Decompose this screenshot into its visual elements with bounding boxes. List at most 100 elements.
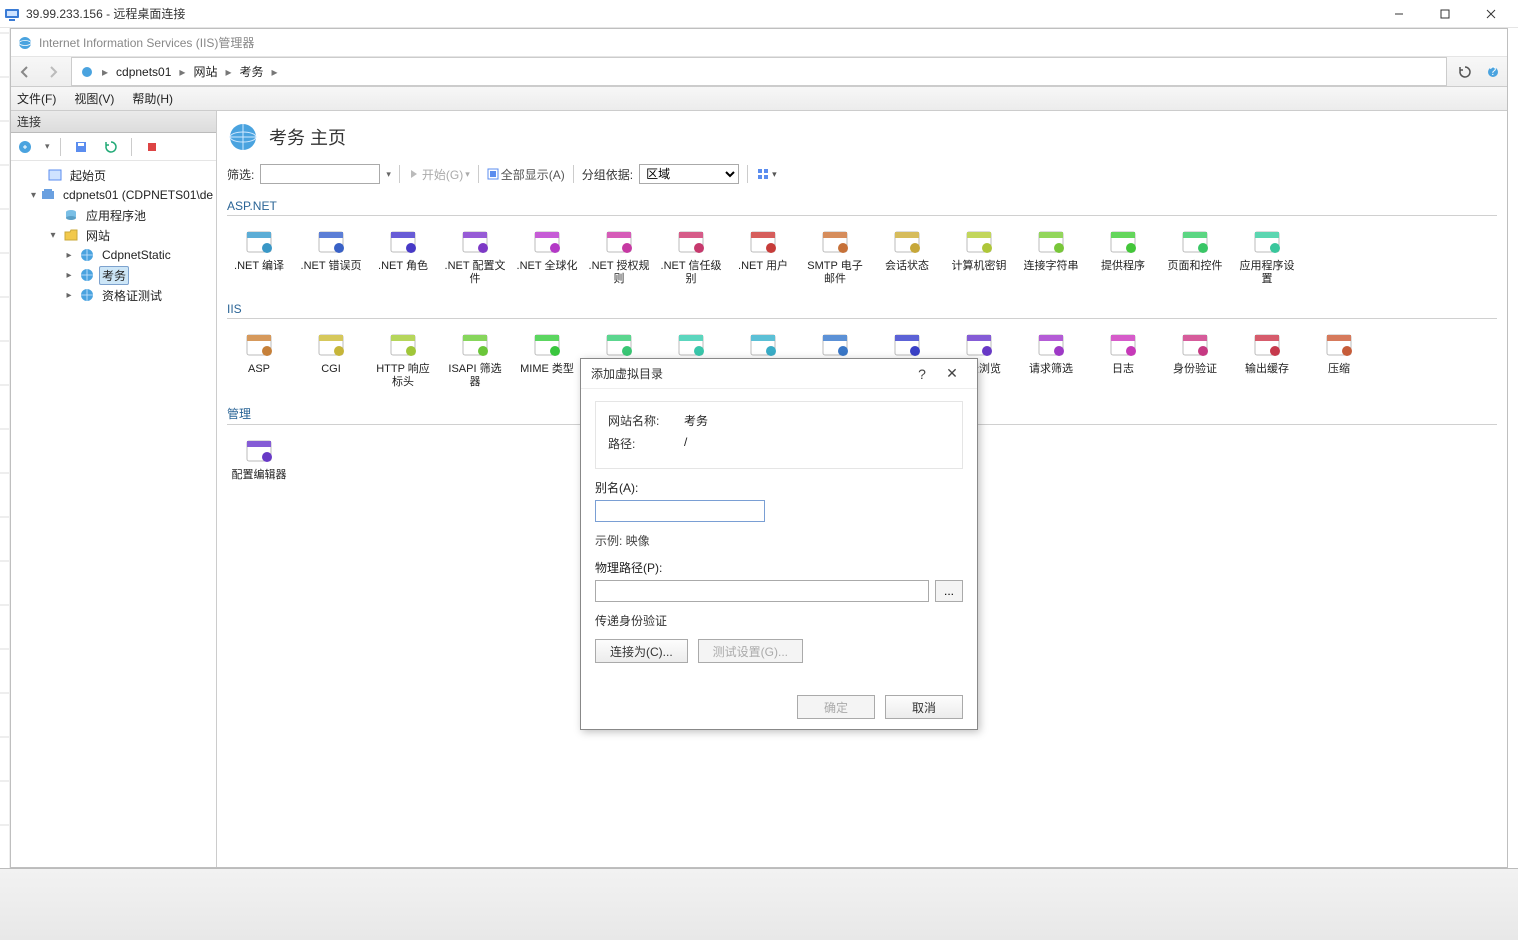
tree-node-icon [79,247,95,263]
feature-item[interactable]: 连接字符串 [1019,222,1083,290]
feature-item[interactable]: 应用程序设置 [1235,222,1299,290]
minimize-button[interactable] [1376,0,1422,28]
crumb-1[interactable]: 网站 [189,63,221,80]
tree-item[interactable]: ▸考务 [11,265,216,285]
tree-item[interactable]: 应用程序池 [11,205,216,225]
feature-label: .NET 全球化 [517,260,578,273]
feature-item[interactable]: .NET 全球化 [515,222,579,290]
feature-item[interactable]: 配置编辑器 [227,431,291,486]
dialog-titlebar[interactable]: 添加虚拟目录 ? ✕ [581,359,977,389]
feature-icon [243,329,275,361]
filter-go-button[interactable]: 开始(G) ▾ [408,166,470,183]
feature-item[interactable]: 计算机密钥 [947,222,1011,290]
feature-item[interactable]: 输出缓存 [1235,325,1299,393]
feature-icon [459,329,491,361]
feature-item[interactable]: 压缩 [1307,325,1371,393]
filter-dropdown-icon[interactable]: ▾ [386,169,391,180]
stop-button[interactable] [142,137,162,157]
view-mode-button[interactable]: ▾ [756,167,777,181]
dialog-help-button[interactable]: ? [907,359,937,389]
site-name-value: 考务 [684,412,708,429]
crumb-2[interactable]: 考务 [236,63,268,80]
feature-item[interactable]: ASP [227,325,291,393]
feature-label: 计算机密钥 [952,260,1007,273]
feature-label: HTTP 响应标头 [371,363,435,389]
tree-twisty-icon[interactable]: ▸ [63,290,75,301]
tree-node-label: cdpnets01 (CDPNETS01\de [60,187,216,203]
connections-tree[interactable]: 起始页 ▾ cdpnets01 (CDPNETS01\de 应用程序池 ▾ 网站▸Cdpn… [11,161,216,867]
close-button[interactable] [1468,0,1514,28]
groupby-select[interactable]: 区域 [639,164,739,184]
connect-as-button[interactable]: 连接为(C)... [595,639,688,663]
alias-label: 别名(A): [595,479,963,496]
feature-item[interactable]: .NET 角色 [371,222,435,290]
feature-icon [1251,329,1283,361]
address-refresh-button[interactable] [1451,60,1479,84]
path-value: / [684,435,687,452]
tree-twisty-icon[interactable]: ▸ [63,250,75,261]
iis-icon [17,35,33,51]
feature-item[interactable]: HTTP 响应标头 [371,325,435,393]
alias-input[interactable] [595,500,765,522]
filter-input[interactable] [260,164,380,184]
menu-view[interactable]: 视图(V) [74,90,114,107]
feature-label: 页面和控件 [1168,260,1223,273]
feature-item[interactable]: 页面和控件 [1163,222,1227,290]
dialog-info-box: 网站名称: 考务 路径: / [595,401,963,469]
feature-icon [1179,329,1211,361]
feature-icon [1323,329,1355,361]
svg-text:?: ? [1490,65,1497,78]
feature-item[interactable]: CGI [299,325,363,393]
feature-item[interactable]: MIME 类型 [515,325,579,393]
save-button[interactable] [71,137,91,157]
feature-item[interactable]: .NET 授权规则 [587,222,651,290]
physical-path-input[interactable] [595,580,929,602]
add-virtual-directory-dialog: 添加虚拟目录 ? ✕ 网站名称: 考务 路径: / 别名(A): 示例: 映像 … [580,358,978,730]
feature-item[interactable]: 身份验证 [1163,325,1227,393]
feature-icon [675,329,707,361]
menu-file[interactable]: 文件(F) [17,90,56,107]
maximize-button[interactable] [1422,0,1468,28]
feature-item[interactable]: .NET 用户 [731,222,795,290]
dialog-close-button[interactable]: ✕ [937,359,967,389]
feature-item[interactable]: 提供程序 [1091,222,1155,290]
tree-item[interactable]: ▾ cdpnets01 (CDPNETS01\de [11,185,216,205]
feature-item[interactable]: .NET 错误页 [299,222,363,290]
connections-pane: 连接 ▾ 起始页▾cdpnets01 (CDPNETS01\de应用程序池▾网站… [11,111,217,867]
tree-twisty-icon[interactable]: ▾ [31,190,36,201]
menu-help[interactable]: 帮助(H) [132,90,173,107]
section-aspnet: ASP.NET .NET 编译.NET 错误页.NET 角色.NET 配置文件.… [227,197,1497,290]
auth-section-label: 传递身份验证 [595,612,963,629]
feature-icon [891,329,923,361]
crumb-0[interactable]: cdpnets01 [112,65,175,79]
feature-item[interactable]: 日志 [1091,325,1155,393]
feature-item[interactable]: SMTP 电子邮件 [803,222,867,290]
show-all-button[interactable]: 全部显示(A) [487,166,565,183]
breadcrumb[interactable]: ▸ cdpnets01 ▸ 网站 ▸ 考务 ▸ [71,57,1447,86]
nav-back-button[interactable] [11,60,39,84]
feature-label: 连接字符串 [1024,260,1079,273]
tree-item[interactable]: ▾ 网站 [11,225,216,245]
feature-item[interactable]: .NET 信任级别 [659,222,723,290]
feature-icon [387,329,419,361]
address-help-button[interactable]: ? [1479,60,1507,84]
feature-item[interactable]: 会话状态 [875,222,939,290]
tree-item[interactable]: ▸资格证测试 [11,285,216,305]
crumb-root-icon[interactable] [76,65,98,79]
browse-button[interactable]: ... [935,580,963,602]
tree-node-label: 网站 [83,226,113,245]
tree-twisty-icon[interactable]: ▸ [63,270,75,281]
feature-item[interactable]: 请求筛选 [1019,325,1083,393]
tree-item[interactable]: ▸CdpnetStatic [11,245,216,265]
cancel-button[interactable]: 取消 [885,695,963,719]
refresh-button[interactable] [101,137,121,157]
tree-item[interactable]: 起始页 [11,165,216,185]
nav-forward-button[interactable] [39,60,67,84]
feature-icon [1107,329,1139,361]
feature-item[interactable]: ISAPI 筛选器 [443,325,507,393]
feature-item[interactable]: .NET 配置文件 [443,222,507,290]
connect-server-button[interactable] [15,137,35,157]
feature-icon [315,226,347,258]
tree-twisty-icon[interactable]: ▾ [47,230,59,241]
feature-item[interactable]: .NET 编译 [227,222,291,290]
